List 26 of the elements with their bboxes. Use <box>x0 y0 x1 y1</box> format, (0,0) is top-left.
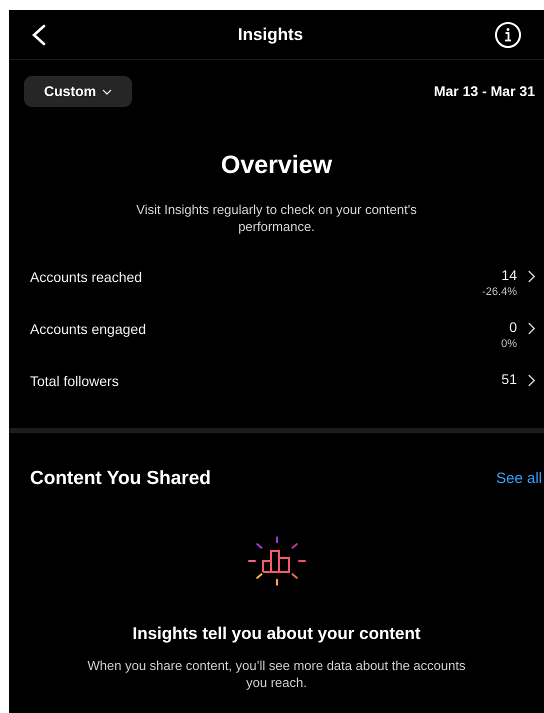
metric-row[interactable]: Accounts engaged 0 0% <box>9 316 544 368</box>
date-range: Mar 13 - Mar 31 <box>434 82 535 101</box>
back-icon[interactable] <box>31 22 47 46</box>
empty-state-title: Insights tell you about your content <box>131 623 422 645</box>
date-range-dropdown[interactable]: Custom <box>24 76 132 107</box>
metric-row[interactable]: Accounts reached 14 -26.4% <box>9 264 544 316</box>
overview-description: Visit Insights regularly to check on your content's performance. <box>135 200 418 234</box>
metric-row[interactable]: Total followers 51 <box>9 368 544 420</box>
metric-value: 0 <box>509 318 517 336</box>
chevron-right-icon <box>527 372 536 388</box>
metric-change: 0% <box>501 338 517 350</box>
empty-state-text: When you share content, you’ll see more data about the accounts you reach. <box>86 656 466 690</box>
section-title: Content You Shared <box>30 466 211 490</box>
metric-change: -26.4% <box>482 286 517 298</box>
metric-value: 14 <box>501 266 517 284</box>
chevron-right-icon <box>527 320 536 336</box>
section-title: Overview <box>220 150 334 181</box>
metric-label: Accounts reached <box>30 268 142 286</box>
metric-label: Accounts engaged <box>30 320 146 339</box>
metric-value: 51 <box>501 370 517 388</box>
metric-label: Total followers <box>30 372 119 390</box>
chevron-right-icon <box>527 268 536 284</box>
see-all-link[interactable]: See all <box>496 468 542 490</box>
info-icon[interactable] <box>494 20 522 48</box>
caret-icon <box>102 88 112 94</box>
page-title: Insights <box>238 24 304 46</box>
